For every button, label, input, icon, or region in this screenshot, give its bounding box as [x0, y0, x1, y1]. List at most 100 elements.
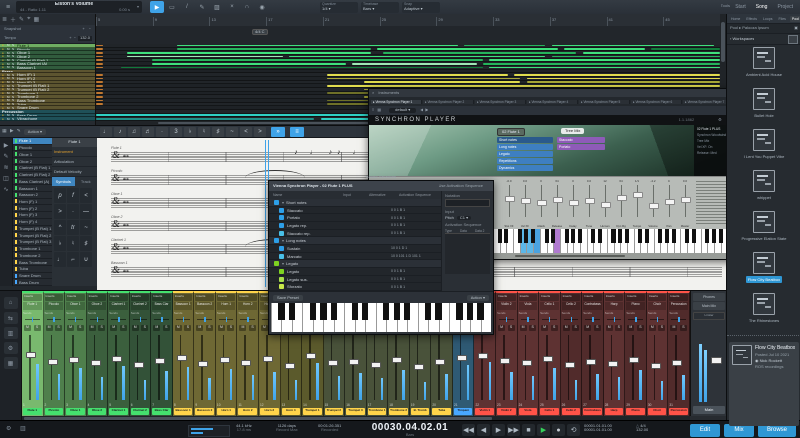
- clip[interactable]: [327, 78, 520, 80]
- main-top-button-0[interactable]: Phones: [693, 293, 725, 301]
- fader-release[interactable]: 64Release: [551, 179, 563, 228]
- fader-cap[interactable]: [651, 363, 661, 369]
- clip[interactable]: [96, 67, 103, 69]
- tempo-add-button[interactable]: +: [69, 36, 71, 40]
- insert-slot[interactable]: Inserts: [23, 294, 42, 301]
- channel-name-chip[interactable]: Choir: [648, 408, 667, 415]
- playhead-position[interactable]: 00030.04.02.01: [362, 422, 458, 433]
- black-key[interactable]: [310, 303, 316, 320]
- pan-thumb[interactable]: [678, 317, 680, 322]
- fader-tune[interactable]: 0.0Tune: [583, 179, 595, 228]
- pan-thumb[interactable]: [592, 317, 594, 322]
- plugin-tab-4[interactable]: ▸ Vienna Synchron Player 4: [527, 100, 578, 104]
- black-key[interactable]: [352, 303, 358, 320]
- symbol-cell-8[interactable]: ~: [80, 220, 92, 235]
- articulation-item-3[interactable]: Repetitions: [497, 158, 553, 164]
- mute-button[interactable]: M: [24, 325, 31, 331]
- variation-folder-row[interactable]: ▾Legato: [269, 260, 441, 268]
- clip[interactable]: [552, 45, 714, 47]
- note-value-button-2[interactable]: ♫: [128, 127, 140, 137]
- song-title-box[interactable]: Elston's Volume 44 - Ratio 1.11 0.00 s ▾: [16, 1, 142, 13]
- pan-thumb[interactable]: [183, 317, 185, 322]
- plugin-tab-1[interactable]: ▸ Vienna Synchron Player 1: [371, 100, 422, 104]
- channel-name-chip[interactable]: Cello 2: [562, 408, 581, 415]
- instrument-chip[interactable]: 02 Flute 1: [497, 128, 525, 136]
- channel-name-chip[interactable]: Piccolo: [45, 408, 64, 415]
- channel-strip[interactable]: InsertsBassoon 1SendsMS8Bassoon 1: [173, 291, 195, 416]
- pan-thumb[interactable]: [204, 317, 206, 322]
- channel-name-chip[interactable]: Trombone 1: [368, 408, 387, 415]
- channel-strip[interactable]: InsertsViolin 2SendsMS23Violin 2: [496, 291, 518, 416]
- fader-cap[interactable]: [617, 195, 627, 201]
- solo-button[interactable]: S: [55, 325, 62, 331]
- fader-cap[interactable]: [177, 355, 187, 361]
- mute-button[interactable]: M: [46, 325, 53, 331]
- insert-slot[interactable]: Inserts: [174, 294, 193, 301]
- score-track-item[interactable]: Horn (F) 1: [13, 199, 52, 206]
- black-key[interactable]: [625, 229, 629, 243]
- black-key[interactable]: [719, 229, 723, 243]
- solo-button[interactable]: S: [163, 325, 170, 331]
- articulation-item-2[interactable]: Legato: [497, 151, 553, 157]
- clip[interactable]: [527, 81, 720, 83]
- insert-slot[interactable]: Inserts: [131, 294, 150, 301]
- time-signature[interactable]: 4/4: [640, 424, 646, 428]
- fader-cap[interactable]: [681, 197, 691, 203]
- tool-button-7[interactable]: ◉: [255, 1, 269, 13]
- symbol-cell-14[interactable]: ∪: [80, 252, 92, 267]
- output-meter-icon[interactable]: ▥: [20, 426, 26, 433]
- insert-slot[interactable]: Inserts: [583, 294, 602, 301]
- black-key[interactable]: [565, 229, 569, 243]
- symbol-cell-13[interactable]: ⌐: [67, 252, 79, 267]
- mode-label[interactable]: Tools: [721, 4, 730, 8]
- channel-name-chip[interactable]: Horn 4: [282, 408, 301, 415]
- pan-thumb[interactable]: [161, 317, 163, 322]
- variation-row[interactable]: Marcato10 0 101 1 D 101 1: [269, 253, 441, 261]
- clip[interactable]: [96, 52, 103, 54]
- note-value-button-0[interactable]: ♩: [100, 127, 112, 137]
- workspace-item[interactable]: Flow City Beatbox: [727, 250, 800, 291]
- mix-chip[interactable]: Tree Mix: [561, 128, 584, 134]
- workspace-item[interactable]: Progressive Elation State: [727, 209, 800, 250]
- pan-thumb[interactable]: [140, 317, 142, 322]
- score-track-item[interactable]: Clarinet (B Flat) 1: [13, 165, 52, 172]
- solo-button[interactable]: S: [184, 325, 191, 331]
- fader-cap[interactable]: [328, 360, 338, 366]
- clip[interactable]: [96, 63, 103, 65]
- prev-marker-button[interactable]: ◀◀: [462, 424, 475, 436]
- tool-button-6[interactable]: ∩: [240, 1, 254, 13]
- main-menu-icon[interactable]: ≡: [3, 3, 13, 11]
- insert-slot[interactable]: Inserts: [217, 294, 236, 301]
- arrange-tool-icon-4[interactable]: ▦: [33, 16, 39, 23]
- clip[interactable]: [121, 67, 483, 69]
- channel-strip[interactable]: InsertsOboe 2SendsMS4Oboe 2: [87, 291, 109, 416]
- channel-name-chip[interactable]: Oboe 1: [66, 408, 85, 415]
- clip[interactable]: [177, 45, 458, 47]
- pan-thumb[interactable]: [527, 317, 529, 322]
- solo-button[interactable]: S: [680, 325, 687, 331]
- fader-cap[interactable]: [522, 360, 532, 366]
- channel-name-chip[interactable]: Horn 1: [217, 408, 236, 415]
- performance-meter[interactable]: [188, 425, 230, 437]
- black-key[interactable]: [456, 303, 462, 320]
- clip[interactable]: [127, 52, 370, 54]
- clip[interactable]: [489, 67, 720, 69]
- symbol-cell-7[interactable]: tr: [67, 220, 79, 235]
- chevron-down-icon[interactable]: ▾: [137, 5, 139, 9]
- insert-slot[interactable]: Inserts: [605, 294, 624, 301]
- channel-name-chip[interactable]: Clarinet 1: [109, 408, 128, 415]
- black-key[interactable]: [545, 229, 549, 243]
- channel-name-chip[interactable]: B. Tromb: [411, 408, 430, 415]
- fader-cap[interactable]: [112, 356, 122, 362]
- record-button[interactable]: ●: [552, 424, 565, 436]
- clip[interactable]: [483, 63, 720, 65]
- plugin-tab-3[interactable]: ▸ Vienna Synchron Player 3: [475, 100, 526, 104]
- solo-button[interactable]: S: [249, 325, 256, 331]
- clip[interactable]: [177, 48, 370, 50]
- pan-thumb[interactable]: [635, 317, 637, 322]
- insert-slot[interactable]: Inserts: [669, 294, 688, 301]
- insert-slot[interactable]: Inserts: [648, 294, 667, 301]
- black-key[interactable]: [672, 229, 676, 243]
- clip[interactable]: [383, 52, 576, 54]
- fader-tempo[interactable]: 1/1Tempo: [631, 179, 643, 228]
